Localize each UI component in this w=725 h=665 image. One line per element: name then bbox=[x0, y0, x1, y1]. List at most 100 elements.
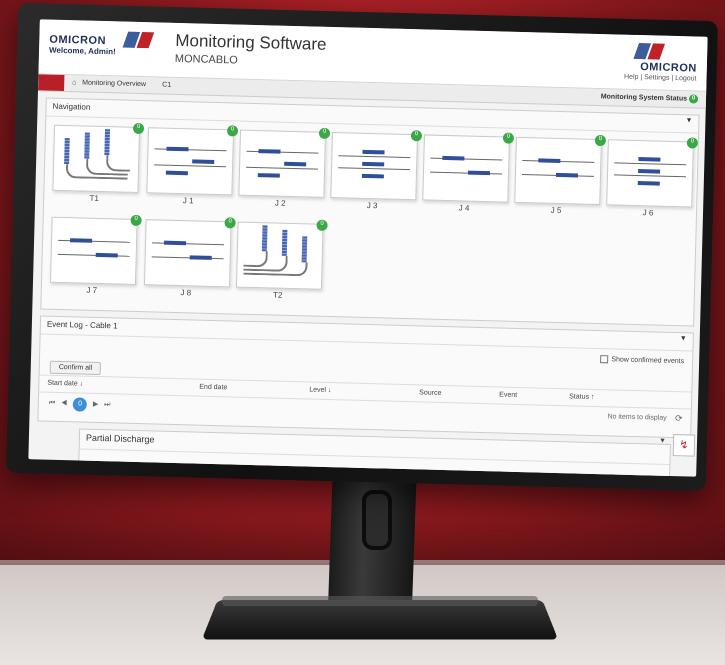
tile-j6[interactable]: 0 bbox=[606, 137, 699, 208]
column-start-date[interactable]: Start date ↓ bbox=[47, 380, 83, 388]
tile-status-badge: 0 bbox=[594, 134, 607, 147]
omicron-logo-icon-right bbox=[633, 43, 667, 60]
tile-label: T1 bbox=[89, 193, 99, 203]
app-title: Monitoring Software bbox=[175, 30, 327, 54]
tile-status-badge: 0 bbox=[686, 137, 699, 149]
conductor-line bbox=[154, 148, 227, 152]
breadcrumb-c1[interactable]: C1 bbox=[162, 82, 171, 89]
stand-cable-slot bbox=[362, 490, 392, 550]
cable-line bbox=[105, 155, 131, 172]
prev-page-icon[interactable]: ◀ bbox=[61, 400, 67, 407]
conductor-line bbox=[613, 174, 686, 178]
tile-j2[interactable]: 0 bbox=[238, 127, 331, 198]
tile-label: J 7 bbox=[86, 285, 98, 295]
sensor-bar bbox=[166, 146, 189, 152]
tile-t2[interactable]: 0 bbox=[235, 219, 328, 290]
sensor-bar bbox=[555, 172, 579, 178]
tile-status-badge: 0 bbox=[224, 217, 236, 229]
last-page-icon[interactable]: ⏭ bbox=[104, 401, 110, 408]
pagination: ⏮ ◀ 0 ▶ ⏭ bbox=[49, 397, 111, 413]
tile-status-badge: 0 bbox=[318, 127, 331, 139]
tile-j5[interactable]: 0 bbox=[514, 134, 607, 206]
monitor-screen: OMICRON Welcome, Admin! Monitoring Softw… bbox=[28, 19, 708, 477]
empty-message: No items to display bbox=[607, 413, 667, 422]
conductor-line bbox=[246, 150, 319, 154]
tile-j3[interactable]: 0 bbox=[330, 130, 423, 201]
omicron-logo-icon bbox=[122, 31, 155, 51]
status-badge: 0 bbox=[688, 94, 699, 104]
stand-base-highlight bbox=[222, 596, 538, 606]
sensor-bar bbox=[164, 240, 187, 246]
first-page-icon[interactable]: ⏮ bbox=[49, 400, 55, 407]
collapse-caret-icon[interactable]: ▼ bbox=[685, 117, 692, 124]
cable-line bbox=[243, 260, 308, 277]
event-table-header: Start date ↓ End date Level ↓ Source Eve… bbox=[39, 374, 692, 410]
column-source[interactable]: Source bbox=[419, 389, 441, 397]
conductor-line bbox=[151, 256, 224, 260]
sensor-bar bbox=[165, 170, 188, 176]
partial-discharge-title: Partial Discharge bbox=[85, 432, 155, 445]
sensor-bar bbox=[95, 252, 118, 258]
checkbox-icon[interactable] bbox=[600, 355, 609, 364]
sensor-bar bbox=[362, 149, 385, 155]
conductor-line bbox=[338, 167, 411, 171]
tile-j7[interactable]: 0 bbox=[49, 214, 142, 285]
conductor-line bbox=[430, 157, 503, 161]
tile-label: J 2 bbox=[274, 198, 286, 208]
bushing-icon bbox=[104, 129, 111, 156]
tile-j8[interactable]: 0 bbox=[143, 217, 236, 288]
show-confirmed-toggle[interactable]: Show confirmed events bbox=[600, 355, 684, 365]
column-status[interactable]: Status ↑ bbox=[569, 393, 594, 401]
tile-j4[interactable]: 0 bbox=[422, 132, 515, 203]
tile-j1[interactable]: 0 bbox=[146, 125, 239, 196]
event-log-panel: Event Log - Cable 1 ▼ Show confirmed eve… bbox=[37, 315, 694, 439]
tile-status-badge: 0 bbox=[410, 130, 423, 142]
sensor-bar bbox=[538, 158, 561, 164]
tile-label: J 5 bbox=[550, 205, 562, 216]
breadcrumb-monitoring-overview[interactable]: Monitoring Overview bbox=[82, 79, 146, 88]
collapse-caret-icon[interactable]: ▼ bbox=[680, 335, 687, 342]
collapse-caret-icon[interactable]: ▼ bbox=[659, 438, 666, 445]
sensor-bar bbox=[189, 255, 212, 260]
sensor-bar bbox=[361, 173, 384, 179]
tile-label: J 1 bbox=[182, 196, 194, 206]
show-confirmed-label: Show confirmed events bbox=[611, 356, 685, 366]
sensor-bar bbox=[637, 181, 660, 186]
tile-label: J 3 bbox=[366, 200, 378, 211]
bushing-icon bbox=[84, 132, 90, 159]
tile-label: J 6 bbox=[642, 208, 654, 218]
column-end-date[interactable]: End date bbox=[199, 384, 227, 392]
confirm-all-button[interactable]: Confirm all bbox=[49, 360, 102, 376]
tile-status-badge: 0 bbox=[130, 214, 142, 227]
event-log-title: Event Log - Cable 1 bbox=[46, 319, 118, 331]
home-icon[interactable]: ⌂ bbox=[72, 79, 76, 86]
tile-status-badge: 0 bbox=[226, 125, 239, 137]
current-page[interactable]: 0 bbox=[72, 397, 88, 412]
column-level[interactable]: Level ↓ bbox=[309, 387, 331, 395]
brand-block: OMICRON Welcome, Admin! bbox=[49, 34, 116, 57]
conductor-line bbox=[429, 171, 502, 175]
bushing-icon bbox=[281, 229, 288, 256]
refresh-icon[interactable]: ⟳ bbox=[675, 413, 683, 424]
sensor-bar bbox=[638, 157, 661, 162]
signal-chart-icon[interactable]: ↯ bbox=[672, 434, 696, 457]
conductor-line bbox=[58, 239, 131, 243]
navigation-panel: Navigation ▼ 0 T1 0 J 1 0 J 2 0 J 3 0 J … bbox=[40, 97, 700, 327]
help-settings-logout-links[interactable]: Help | Settings | Logout bbox=[624, 74, 697, 83]
sensor-bar bbox=[192, 159, 215, 164]
accent-marker bbox=[38, 74, 65, 91]
tile-t1[interactable]: 0 bbox=[52, 122, 145, 193]
brand-block-right: OMICRON Help | Settings | Logout bbox=[624, 43, 697, 83]
column-event[interactable]: Event bbox=[499, 391, 517, 398]
tile-status-badge: 0 bbox=[502, 132, 515, 144]
tile-status-badge: 0 bbox=[316, 219, 328, 231]
navigation-title: Navigation bbox=[52, 101, 91, 112]
monitor-stand-base bbox=[201, 600, 559, 640]
tile-label: J 8 bbox=[180, 288, 192, 298]
tile-status-badge: 0 bbox=[132, 122, 145, 135]
sensor-bar bbox=[467, 170, 491, 176]
next-page-icon[interactable]: ▶ bbox=[93, 401, 99, 408]
sensor-bar bbox=[442, 155, 465, 161]
conductor-line bbox=[246, 166, 319, 170]
welcome-text: Welcome, Admin! bbox=[48, 45, 116, 57]
